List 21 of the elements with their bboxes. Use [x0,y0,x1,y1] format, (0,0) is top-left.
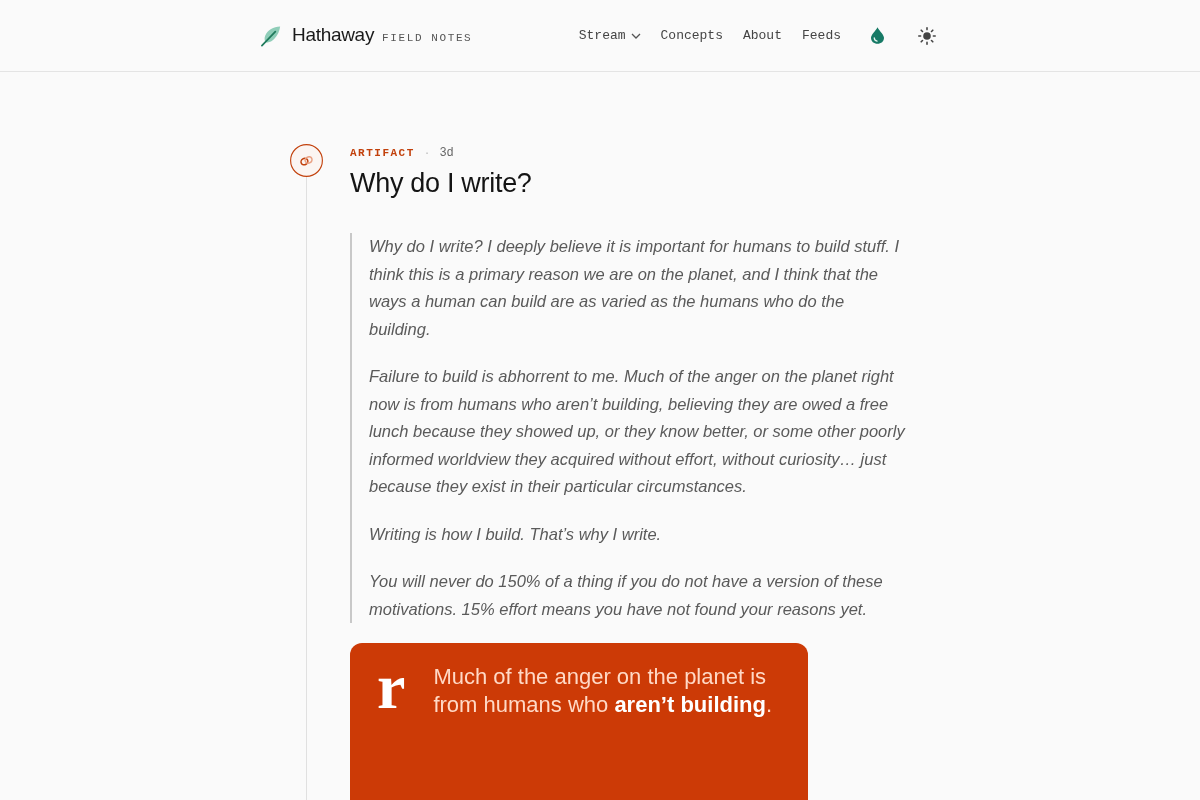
nav-link[interactable]: About [742,28,782,43]
quote-paragraph: Failure to build is abhorrent to me. Much of the anger on the planet right now is from humans who aren’t building, believing they are owed a free lunch because they showed up, or they know better, or some other poorly informed worldview they acquired without effort, without curiosity… just because they exist in their particular circumstances. [369,366,907,497]
sun-icon [918,26,936,45]
quote-paragraph: Writing is how I build. That’s why I write. [369,523,663,545]
category-label: ARTIFACT [350,147,415,159]
card-logo-letter: r [377,661,406,713]
quote-paragraph: You will never do 150% of a thing if you do not have a version of these motivations. 15% effort means you have not found your reasons yet. [369,571,884,620]
nav-link[interactable]: Concepts [660,28,723,43]
separator-dot: · [423,147,431,159]
nav-link[interactable]: Feeds [802,28,841,43]
quote-paragraph: Why do I write? I deeply believe it is important for humans to build stuff. I think this is a primary reason we are on the planet, and I think that the ways a human can build are as varied as the humans who do the building. [369,236,901,340]
site-tagline: FIELD NOTES [382,31,473,44]
leaf-icon [260,24,283,47]
nav-dropdown[interactable]: Stream [578,28,641,43]
card-quote: Much of the anger on the planet is from humans who aren’t building. [433,663,774,719]
post-age: 3d [439,146,454,160]
site-name[interactable]: Hathaway [292,23,375,46]
post-title: Why do I write? [350,168,533,199]
rings-icon [290,144,323,177]
caret-icon [630,32,641,39]
droplet-icon [871,27,884,44]
